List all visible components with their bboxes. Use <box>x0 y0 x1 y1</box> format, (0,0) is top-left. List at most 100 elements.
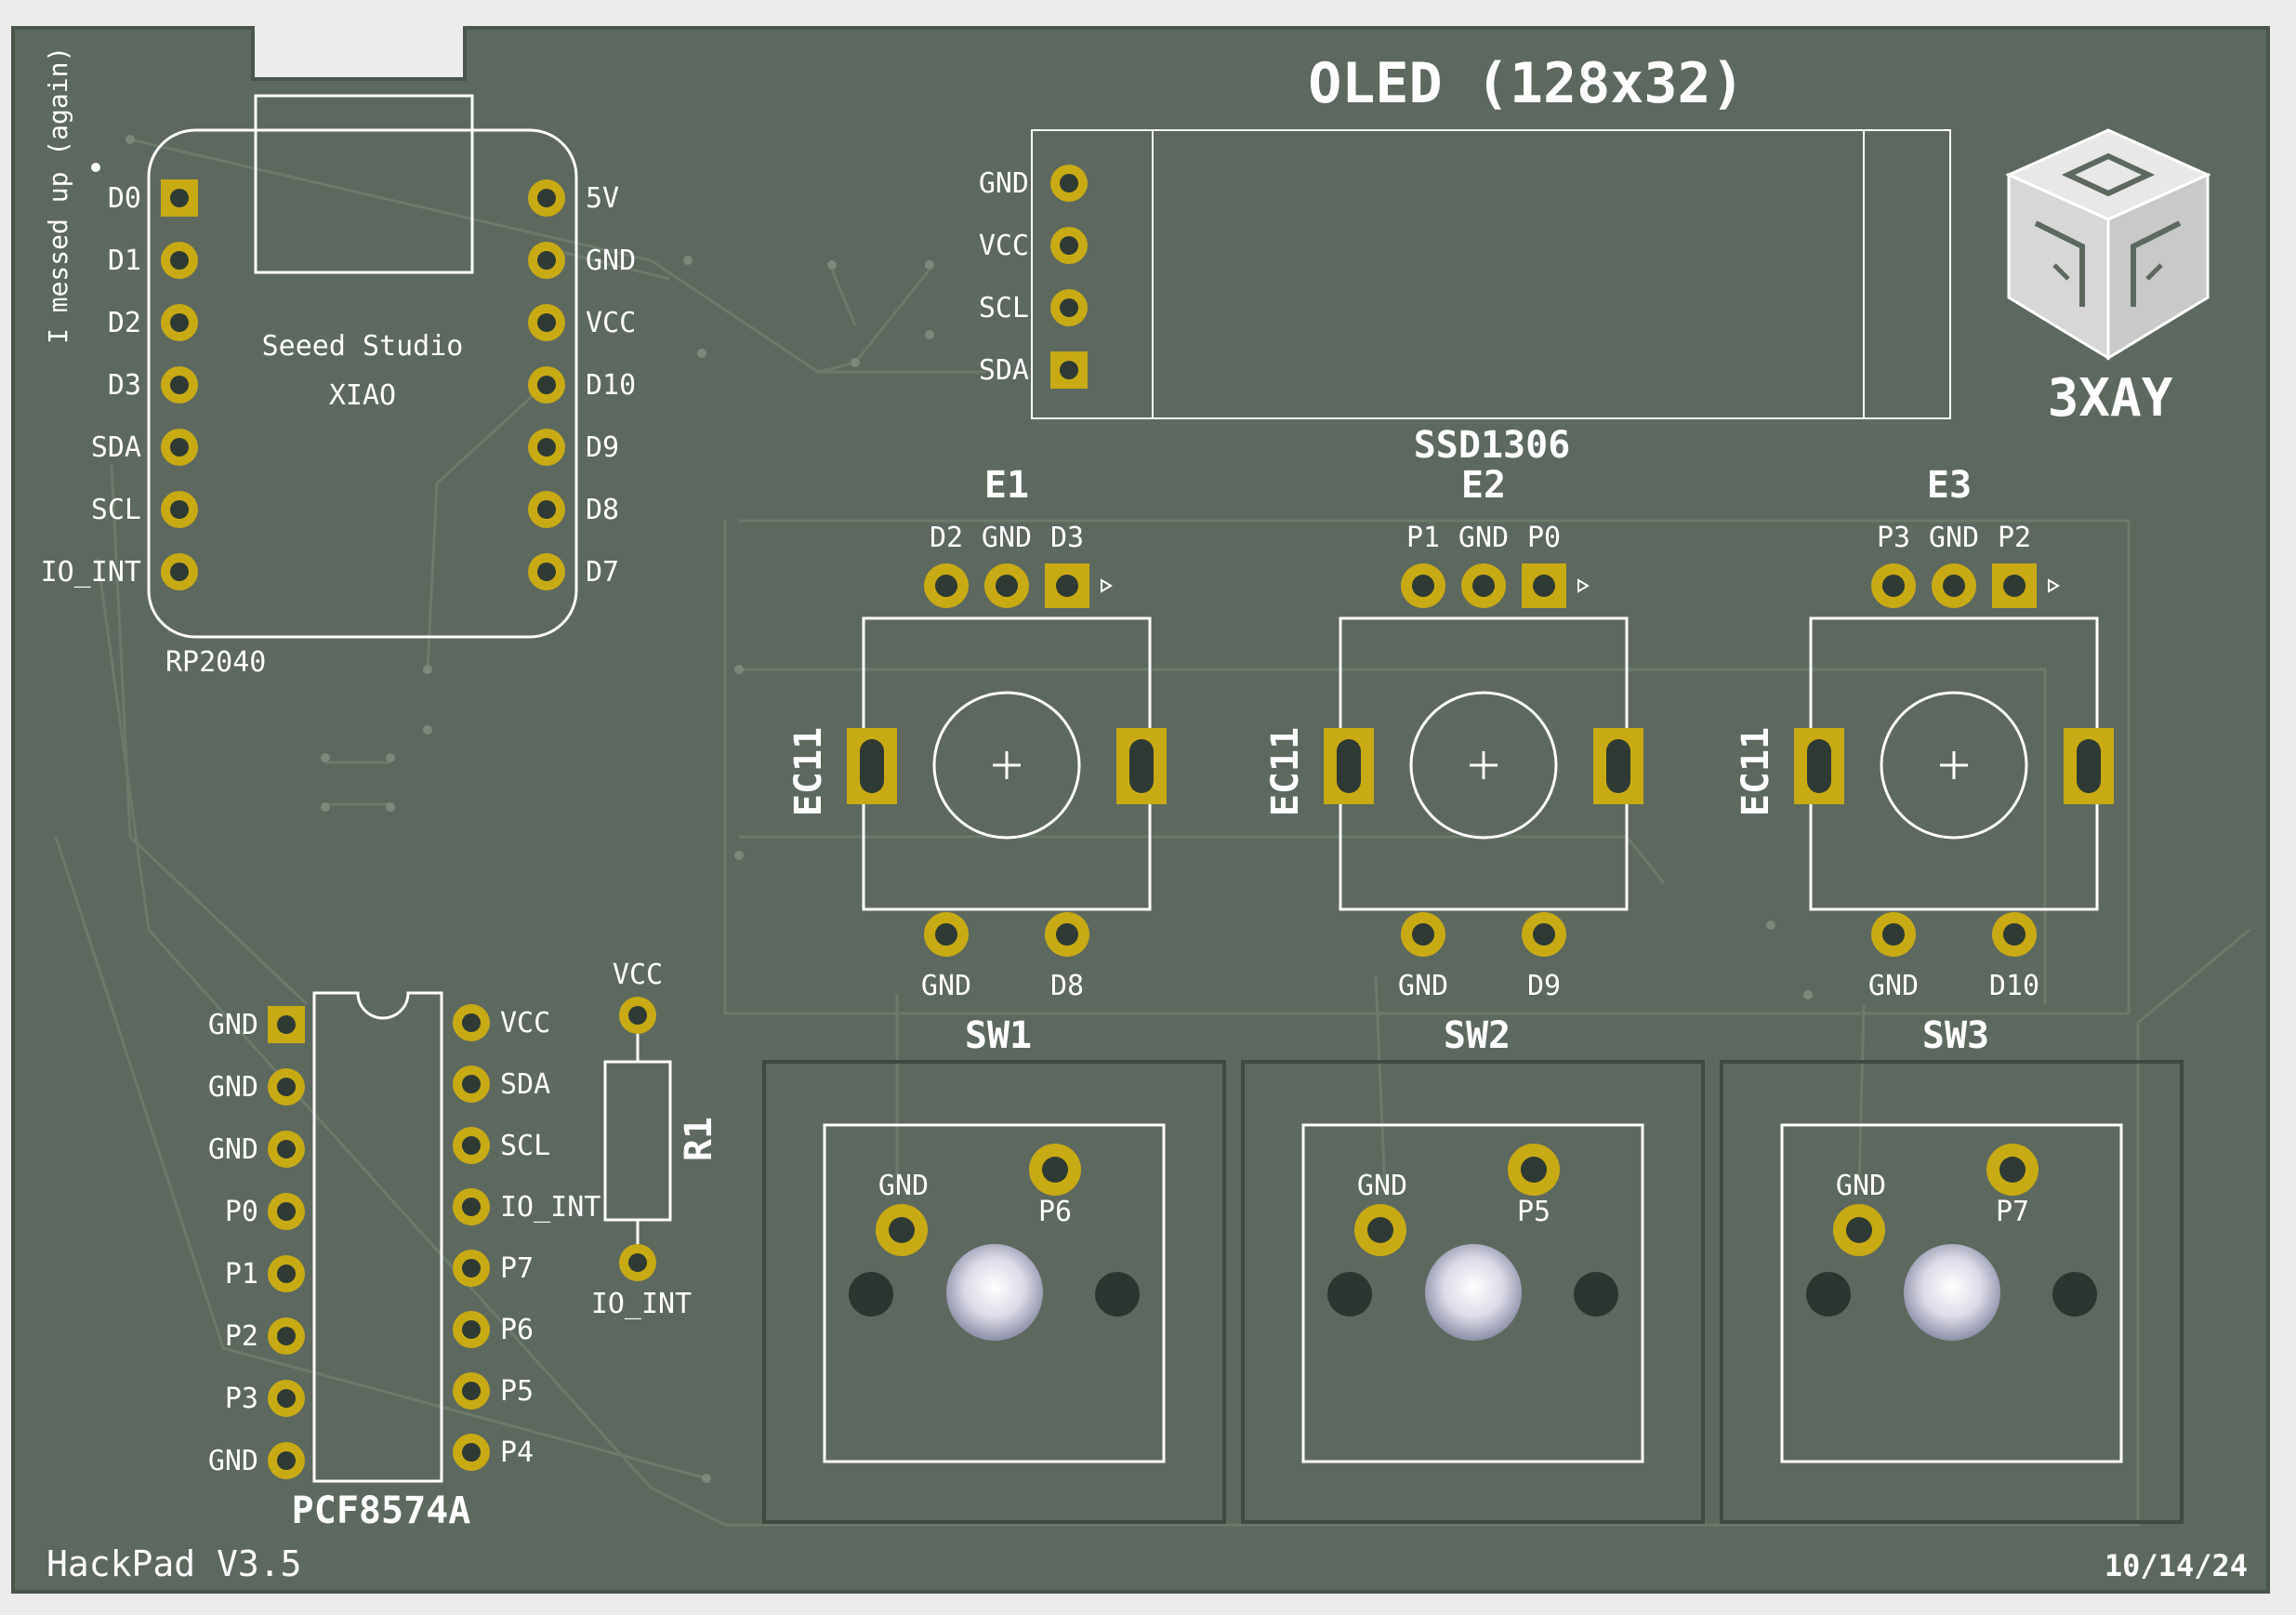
ic-right-pin-label: P6 <box>500 1314 534 1346</box>
encoder-bottom-pad <box>1992 912 2037 957</box>
encoder-ref: E1 <box>984 464 1029 507</box>
ic-left-pad <box>268 1068 305 1105</box>
switch-pin-label: P6 <box>1038 1196 1072 1228</box>
encoder-top-pin-label: D3 <box>1050 522 1084 554</box>
encoder-top-pin-label: P0 <box>1527 522 1561 554</box>
ic-left-pin-label: GND <box>208 1445 258 1477</box>
xiao-left-pad <box>161 429 198 466</box>
mcu-ref: RP2040 <box>165 646 266 679</box>
switch-ref: SW3 <box>1922 1014 1989 1057</box>
r1-ref: R1 <box>678 1117 720 1161</box>
encoder-top-pad <box>1871 563 1916 608</box>
oled-title: OLED (128x32) <box>1308 51 1745 116</box>
encoder-ref: E3 <box>1927 464 1972 507</box>
xiao-right-pin-label: GND <box>586 245 636 277</box>
switch-peg-hole <box>2052 1272 2097 1317</box>
ic-ref: PCF8574A <box>292 1489 471 1532</box>
oled-pin-label: VCC <box>979 230 1029 262</box>
xiao-right-pin-label: D9 <box>586 431 619 464</box>
xiao-right-pad <box>528 491 565 528</box>
xiao-left-pad <box>161 491 198 528</box>
ic-right-pin-label: P7 <box>500 1252 534 1285</box>
ic-right-pad <box>453 1250 490 1287</box>
encoder-top-pad <box>1522 563 1566 608</box>
xiao-left-pin-label: SDA <box>91 431 141 464</box>
switch-peg-hole <box>1574 1272 1618 1317</box>
switch-ref: SW2 <box>1444 1014 1511 1057</box>
switch-pad <box>1986 1144 2039 1196</box>
encoder-top-pin-label: GND <box>982 522 1032 554</box>
oled-pin-label: SCL <box>979 292 1029 324</box>
xiao-left-pad <box>161 366 198 404</box>
xiao-left-pin-label: D2 <box>108 307 141 339</box>
r1-bottom-label: IO_INT <box>591 1288 692 1320</box>
oled-pad <box>1050 227 1088 264</box>
encoder-top-pad <box>1932 563 1976 608</box>
switch-pin-label: P5 <box>1517 1196 1550 1228</box>
encoder-bottom-pad <box>1871 912 1916 957</box>
switch-pin-label: P7 <box>1996 1196 2029 1228</box>
xiao-left-pad <box>161 553 198 590</box>
xiao-right-pad <box>528 242 565 279</box>
encoder-part-label: EC11 <box>787 727 830 816</box>
switch-ref: SW1 <box>965 1014 1032 1057</box>
encoder-top-pin-label: P2 <box>1998 522 2031 554</box>
ic-right-pad <box>453 1372 490 1410</box>
xiao-right-pad <box>528 366 565 404</box>
switch-pad <box>1833 1204 1885 1256</box>
xiao-left-pin-label: SCL <box>91 494 141 526</box>
switch-pin-label: GND <box>878 1170 929 1202</box>
encoder-bottom-pad <box>924 912 969 957</box>
encoder-top-pad <box>924 563 969 608</box>
switch-center-hole <box>1425 1244 1522 1341</box>
ic-right-pad <box>453 1004 490 1041</box>
oled-pin-label: GND <box>979 167 1029 200</box>
switch-pin-label: GND <box>1836 1170 1886 1202</box>
xiao-left-pin-label: IO_INT <box>41 556 141 589</box>
xiao-right-pin-label: D10 <box>586 369 636 402</box>
ic-right-pin-label: IO_INT <box>500 1191 600 1224</box>
board-outline <box>11 26 2270 1594</box>
xiao-left-pad <box>161 242 198 279</box>
xiao-left-pad <box>161 179 198 217</box>
encoder-top-pad <box>1045 563 1089 608</box>
r1-top-label: VCC <box>613 959 663 991</box>
ic-right-pad <box>453 1188 490 1225</box>
xiao-left-pin-label: D0 <box>108 182 141 215</box>
ic-left-pin-label: GND <box>208 1133 258 1166</box>
switch-center-hole <box>1904 1244 2000 1341</box>
switch-center-hole <box>946 1244 1043 1341</box>
encoder-ref: E2 <box>1461 464 1506 507</box>
xiao-right-pad <box>528 304 565 341</box>
switch-peg-hole <box>1327 1272 1372 1317</box>
xiao-left-pin-label: D1 <box>108 245 141 277</box>
mcu-title-1: Seeed Studio <box>262 330 464 363</box>
ic-right-pad <box>453 1434 490 1471</box>
logo-text: 3XAY <box>2048 368 2173 429</box>
encoder-bottom-pin-label: D8 <box>1050 970 1084 1002</box>
ic-left-pad <box>268 1255 305 1292</box>
encoder-bottom-pin-label: D9 <box>1527 970 1561 1002</box>
xiao-right-pin-label: D7 <box>586 556 619 589</box>
oled-pad <box>1050 289 1088 326</box>
ic-left-pad <box>268 1193 305 1230</box>
encoder-top-pad <box>1461 563 1506 608</box>
ic-left-pin-label: P1 <box>225 1258 258 1291</box>
ic-right-pin-label: SCL <box>500 1130 550 1162</box>
encoder-top-pin-label: D2 <box>930 522 963 554</box>
switch-pad <box>1508 1144 1560 1196</box>
switch-pad <box>876 1204 928 1256</box>
encoder-top-pad <box>1992 563 2037 608</box>
encoder-bottom-pin-label: D10 <box>1989 970 2039 1002</box>
oled-pad <box>1050 351 1088 389</box>
xiao-left-pad <box>161 304 198 341</box>
board-note: I messed up (again) <box>43 46 73 344</box>
pcb-render: Seeed Studio XIAO RP2040 D0 D1 D2 D3 SDA SCL I… <box>0 0 2296 1611</box>
xiao-right-pad <box>528 429 565 466</box>
encoder-bottom-pad <box>1522 912 1566 957</box>
xiao-left-pin-label: D3 <box>108 369 141 402</box>
ic-left-pin-label: P3 <box>225 1383 258 1415</box>
encoder-part-label: EC11 <box>1264 727 1307 816</box>
encoder-bottom-pin-label: GND <box>1398 970 1448 1002</box>
xiao-right-pin-label: 5V <box>586 182 619 215</box>
